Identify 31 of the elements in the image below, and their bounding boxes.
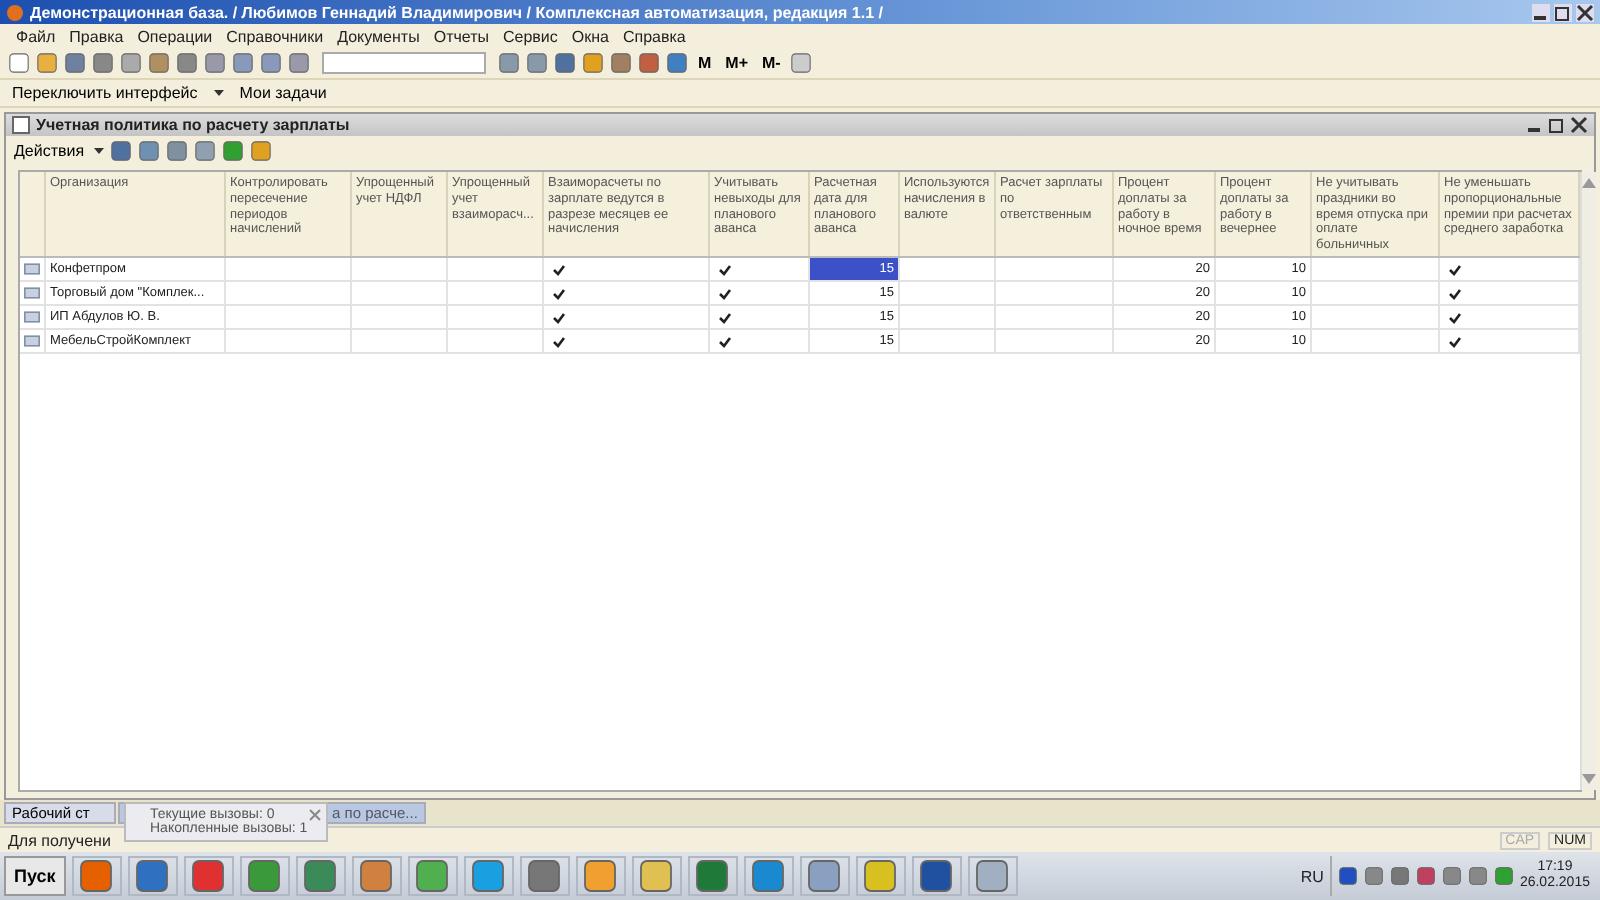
menu-item[interactable]: Документы [337, 27, 420, 45]
scroll-down-icon[interactable] [1582, 774, 1596, 784]
memory-button[interactable]: M- [758, 54, 785, 72]
menu-item[interactable]: Окна [571, 27, 609, 45]
search-field[interactable] [322, 52, 486, 74]
menu-item[interactable]: Файл [16, 27, 56, 45]
close-icon[interactable] [1576, 3, 1594, 21]
restore-icon[interactable] [1554, 3, 1572, 21]
restore-icon[interactable] [1548, 116, 1566, 134]
menu-item[interactable]: Отчеты [433, 27, 489, 45]
actions-menu-button[interactable]: Действия [10, 141, 89, 159]
caret-icon[interactable] [94, 147, 105, 153]
my-tasks-button[interactable]: Мои задачи [235, 84, 331, 102]
close-icon[interactable] [1570, 116, 1588, 134]
memory-button[interactable]: M+ [721, 54, 753, 72]
scroll-up-icon[interactable] [1582, 178, 1596, 188]
menu-item[interactable]: Сервис [503, 27, 558, 45]
switch-interface-button[interactable]: Переключить интерфейс [8, 84, 202, 102]
menu-item[interactable]: Правка [69, 27, 124, 45]
minimize-icon[interactable] [1532, 3, 1550, 21]
menu-item[interactable]: Справочники [226, 27, 324, 45]
menu-item[interactable]: Операции [137, 27, 213, 45]
scrollbar[interactable] [1580, 172, 1596, 790]
start-button[interactable]: Пуск [4, 856, 66, 896]
status-text: Для получени [8, 831, 111, 849]
caret-icon[interactable] [213, 90, 224, 96]
language-indicator[interactable]: RU [1300, 867, 1324, 885]
menu-item[interactable]: Справка [623, 27, 686, 45]
memory-button[interactable]: M [694, 54, 716, 72]
window-title: Демонстрационная база. / Любимов Геннадий Владимирович / Комплексная автоматизация, редакция 1.1 / [30, 3, 885, 21]
document-title: Учетная политика по расчету зарплаты [36, 116, 352, 134]
